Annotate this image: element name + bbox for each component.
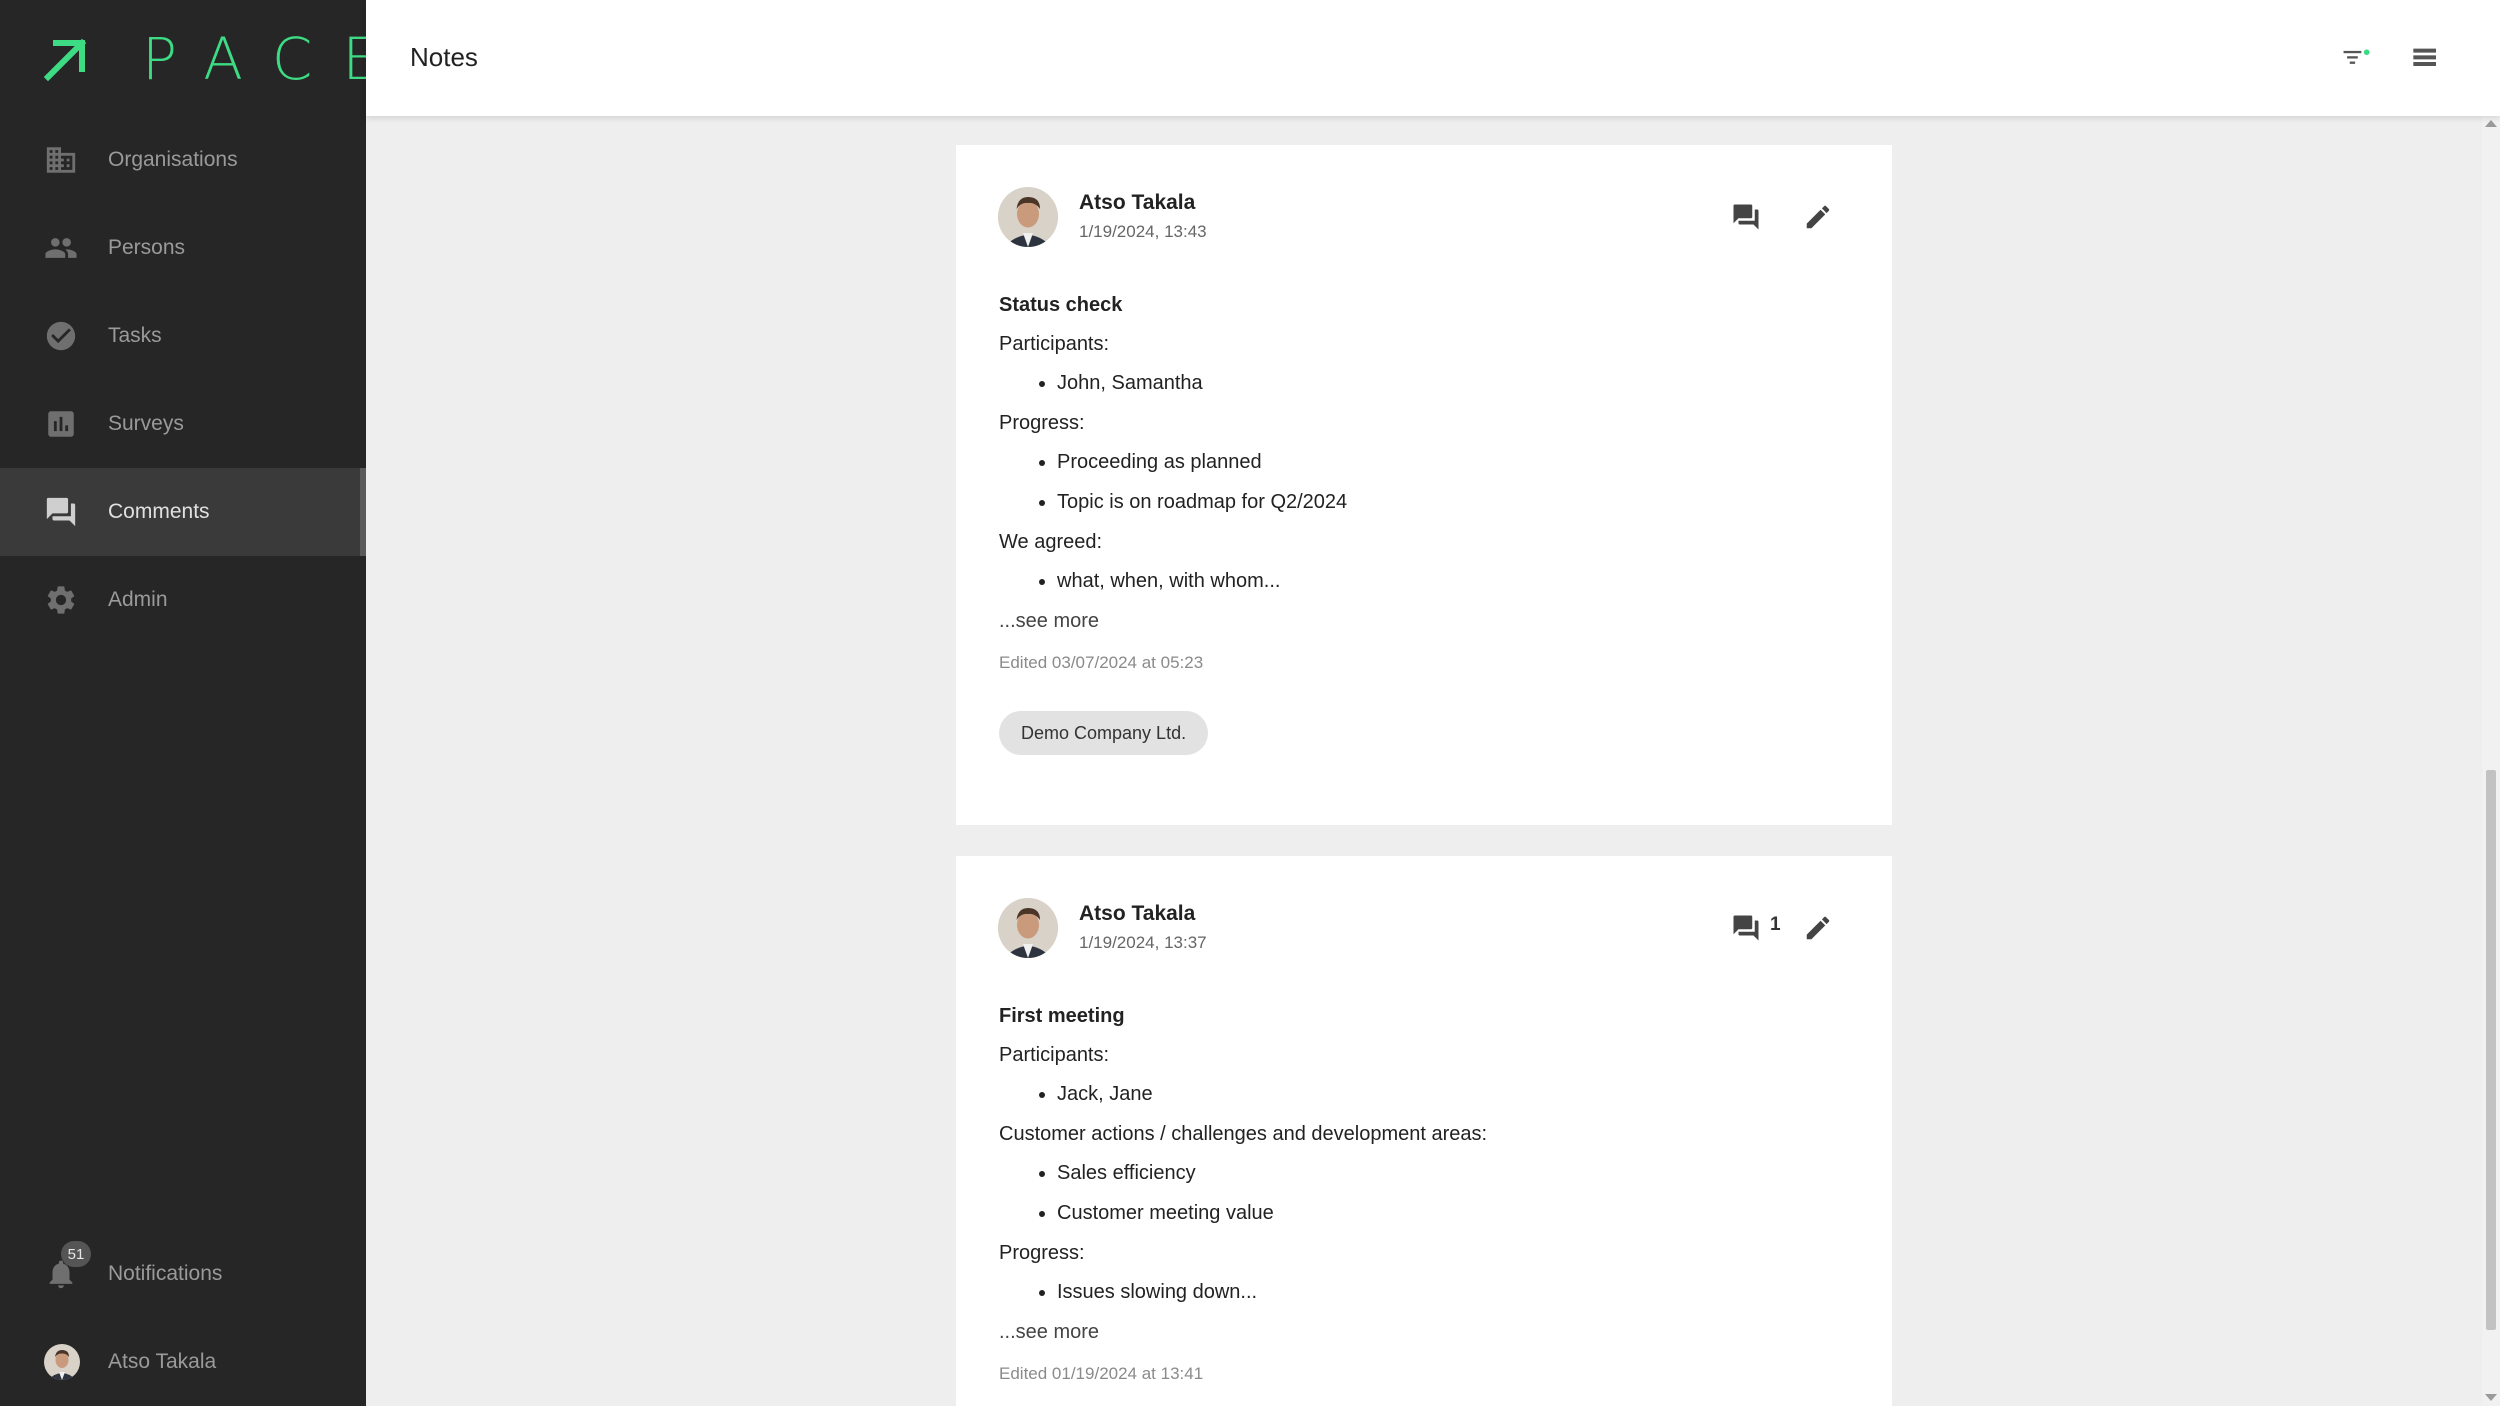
list-item: Sales efficiency xyxy=(1057,1159,1819,1187)
author-name: Atso Takala xyxy=(1079,902,1196,925)
edit-button[interactable] xyxy=(1802,201,1834,233)
top-app-bar: Notes xyxy=(366,0,2500,116)
sidebar-item-label: Comments xyxy=(108,500,210,523)
comments-button[interactable] xyxy=(1730,912,1762,944)
author-name: Atso Takala xyxy=(1079,191,1196,214)
sidebar-item-label: Admin xyxy=(108,588,168,611)
sidebar-item-tasks[interactable]: Tasks xyxy=(0,292,366,380)
section-heading: Customer actions / challenges and develo… xyxy=(999,1123,1488,1145)
building-icon xyxy=(44,143,78,177)
user-avatar xyxy=(44,1344,80,1380)
note-date: 1/19/2024, 13:43 xyxy=(1079,222,1207,241)
list-view-icon xyxy=(2413,48,2436,66)
note-card: Atso Takala 1/19/2024, 13:43 Status chec… xyxy=(956,145,1892,825)
filter-icon xyxy=(2343,49,2370,64)
sidebar-item-user-profile[interactable]: Atso Takala xyxy=(0,1318,366,1406)
people-icon xyxy=(44,231,78,265)
author-avatar xyxy=(998,898,1058,958)
section-heading: Participants: xyxy=(999,1044,1110,1066)
forum-icon xyxy=(44,495,78,529)
section-heading: Progress: xyxy=(999,412,1085,434)
comment-count: 1 xyxy=(1770,914,1781,935)
list-item: what, when, with whom... xyxy=(1057,567,1819,595)
note-card: Atso Takala 1/19/2024, 13:37 1 First mee… xyxy=(956,856,1892,1406)
list-item: Jack, Jane xyxy=(1057,1080,1819,1108)
sidebar-item-label: Persons xyxy=(108,236,186,259)
note-body: First meeting Participants: Jack, Jane C… xyxy=(999,1002,1819,1388)
sidebar-item-admin[interactable]: Admin xyxy=(0,556,366,644)
note-title: First meeting xyxy=(999,1005,1125,1027)
bullet-list: what, when, with whom... xyxy=(1057,567,1819,595)
bullet-list: Jack, Jane xyxy=(1057,1080,1819,1108)
check-circle-icon xyxy=(44,319,78,353)
filter-button[interactable] xyxy=(2338,40,2374,76)
page-title: Notes xyxy=(410,42,478,72)
bullet-list: John, Samantha xyxy=(1057,369,1819,397)
arrow-up-right-icon xyxy=(43,38,87,82)
sidebar-item-label: Surveys xyxy=(108,412,184,435)
bar-chart-icon xyxy=(44,407,78,441)
list-item: Customer meeting value xyxy=(1057,1199,1819,1227)
user-name: Atso Takala xyxy=(108,1350,217,1373)
section-heading: We agreed: xyxy=(999,531,1103,553)
sidebar: PACE Organisations Persons Tasks Surveys… xyxy=(0,0,379,1406)
see-more-link[interactable]: ...see more xyxy=(999,607,1819,635)
pencil-icon xyxy=(1806,205,1830,229)
pencil-icon xyxy=(1806,916,1830,940)
scroll-thumb[interactable] xyxy=(2486,770,2496,1330)
note-body: Status check Participants: John, Samanth… xyxy=(999,291,1819,755)
bullet-list: Sales efficiency Customer meeting value xyxy=(1057,1159,1819,1227)
sidebar-item-label: Organisations xyxy=(108,148,238,171)
note-date: 1/19/2024, 13:37 xyxy=(1079,933,1207,952)
forum-icon xyxy=(1733,915,1759,941)
organisation-tag-chip[interactable]: Demo Company Ltd. xyxy=(999,711,1209,755)
sidebar-item-organisations[interactable]: Organisations xyxy=(0,116,366,204)
bullet-list: Proceeding as planned Topic is on roadma… xyxy=(1057,448,1819,516)
sidebar-item-surveys[interactable]: Surveys xyxy=(0,380,366,468)
sidebar-item-persons[interactable]: Persons xyxy=(0,204,366,292)
author-avatar xyxy=(998,187,1058,247)
sidebar-item-label: Tasks xyxy=(108,324,162,347)
edited-timestamp: Edited 01/19/2024 at 13:41 xyxy=(999,1364,1204,1383)
sidebar-item-comments[interactable]: Comments xyxy=(0,468,366,556)
notification-count-badge: 51 xyxy=(61,1241,91,1267)
edit-button[interactable] xyxy=(1802,912,1834,944)
section-heading: Progress: xyxy=(999,1242,1085,1264)
pace-logo[interactable]: PACE xyxy=(42,30,409,88)
view-toggle-button[interactable] xyxy=(2406,40,2442,76)
scroll-up-arrow-icon[interactable] xyxy=(2485,120,2497,127)
forum-icon xyxy=(1733,204,1759,230)
section-heading: Participants: xyxy=(999,333,1110,355)
main-scrollbar[interactable] xyxy=(2482,116,2500,1406)
comments-button[interactable] xyxy=(1730,201,1762,233)
sidebar-item-label: Notifications xyxy=(108,1262,223,1285)
see-more-link[interactable]: ...see more xyxy=(999,1318,1819,1346)
edited-timestamp: Edited 03/07/2024 at 05:23 xyxy=(999,653,1204,672)
list-item: John, Samantha xyxy=(1057,369,1819,397)
gear-icon xyxy=(44,583,78,617)
list-item: Topic is on roadmap for Q2/2024 xyxy=(1057,488,1819,516)
list-item: Proceeding as planned xyxy=(1057,448,1819,476)
note-title: Status check xyxy=(999,294,1123,316)
list-item: Issues slowing down... xyxy=(1057,1278,1819,1306)
scroll-down-arrow-icon[interactable] xyxy=(2485,1394,2497,1401)
sidebar-item-notifications[interactable]: 51 Notifications xyxy=(0,1230,366,1318)
bullet-list: Issues slowing down... xyxy=(1057,1278,1819,1306)
